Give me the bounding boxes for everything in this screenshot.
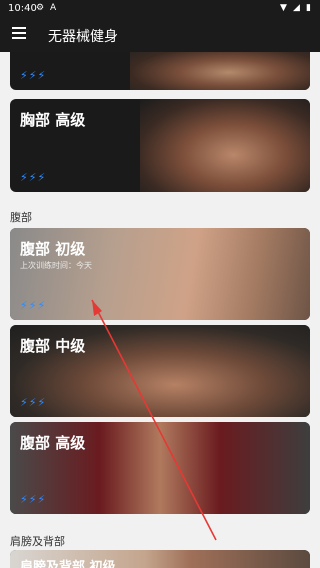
workout-card-chest-advanced[interactable]: 胸部 高级 ⚡⚡⚡ xyxy=(10,99,310,192)
workout-card-shoulders-back-beginner[interactable]: 肩膀及背部 初级 xyxy=(10,550,310,568)
menu-icon[interactable] xyxy=(12,27,26,41)
workout-photo xyxy=(140,99,310,192)
section-title-shoulders-back: 肩膀及背部 xyxy=(10,535,65,548)
difficulty-bolts: ⚡⚡⚡ xyxy=(20,299,47,312)
workout-card-abs-intermediate[interactable]: 腹部 中级 ⚡⚡⚡ xyxy=(10,325,310,417)
workout-card-abs-beginner[interactable]: 腹部 初级 上次训练时间：今天 ⚡⚡⚡ xyxy=(10,228,310,320)
workout-title: 肩膀及背部 初级 xyxy=(20,560,116,568)
status-bar: 10:40 ⚙ A ▼ ◢ ▮ xyxy=(0,0,320,18)
difficulty-bolts: ⚡⚡⚡ xyxy=(20,69,47,82)
difficulty-bolts: ⚡⚡⚡ xyxy=(20,396,47,409)
a-icon: A xyxy=(50,3,57,13)
workout-list[interactable]: ⚡⚡⚡ 胸部 高级 ⚡⚡⚡ 腹部 腹部 初级 上次训练时间：今天 ⚡⚡⚡ 腹部 … xyxy=(0,52,320,568)
workout-title: 胸部 高级 xyxy=(20,111,86,129)
workout-title: 腹部 中级 xyxy=(20,337,86,355)
wifi-icon: ▼ xyxy=(280,3,287,13)
workout-card-abs-advanced[interactable]: 腹部 高级 ⚡⚡⚡ xyxy=(10,422,310,514)
difficulty-bolts: ⚡⚡⚡ xyxy=(20,493,47,506)
workout-title: 腹部 高级 xyxy=(20,434,86,452)
workout-title: 腹部 初级 xyxy=(20,240,86,258)
status-time: 10:40 xyxy=(8,3,37,14)
workout-card-partial[interactable]: ⚡⚡⚡ xyxy=(10,52,310,90)
battery-icon: ▮ xyxy=(306,3,311,13)
last-trained-text: 上次训练时间：今天 xyxy=(20,261,92,270)
app-title: 无器械健身 xyxy=(48,29,118,45)
workout-photo xyxy=(130,52,310,90)
app-bar: 无器械健身 xyxy=(0,18,320,52)
signal-icon: ◢ xyxy=(293,3,300,13)
settings-icon: ⚙ xyxy=(36,3,45,13)
difficulty-bolts: ⚡⚡⚡ xyxy=(20,171,47,184)
section-title-abs: 腹部 xyxy=(10,211,32,224)
